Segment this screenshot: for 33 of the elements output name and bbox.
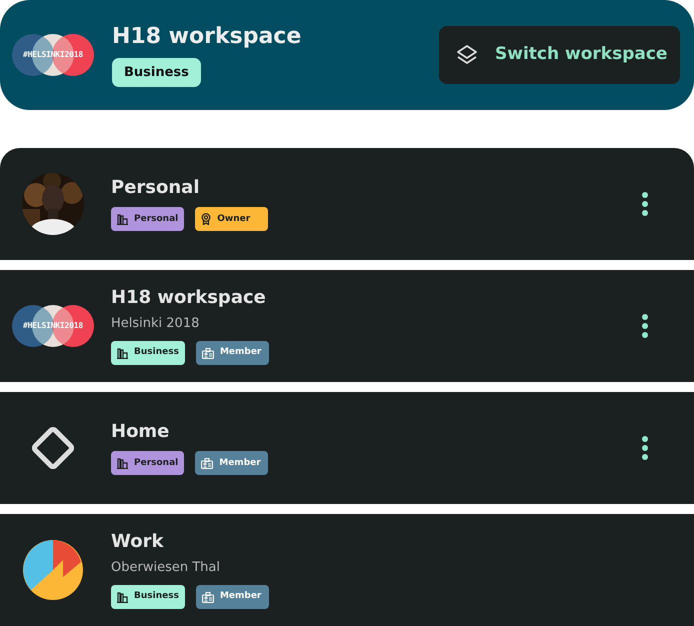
workspace-row[interactable]: Personal Personal Owner	[0, 148, 694, 260]
plan-badge: Business	[112, 58, 201, 88]
building-icon	[117, 348, 128, 358]
tag-label: Member	[220, 346, 262, 360]
building-icon	[117, 214, 128, 225]
tag-label: Business	[134, 590, 179, 604]
id-badge-icon	[201, 458, 214, 469]
layers-icon	[455, 43, 479, 67]
workspace-name: Personal	[111, 176, 200, 200]
more-menu-icon[interactable]	[640, 312, 650, 340]
tag-label: Owner	[217, 212, 250, 226]
pie-logo	[22, 539, 84, 601]
workspace-name: Work	[111, 531, 165, 554]
building-icon	[117, 458, 128, 469]
tag-label: Member	[220, 590, 262, 604]
more-menu-icon[interactable]	[640, 434, 650, 462]
switch-workspace-button[interactable]: Switch workspace	[439, 26, 680, 84]
workspace-title: H18 workspace	[112, 22, 302, 50]
award-icon	[201, 213, 212, 226]
workspace-name: Home	[111, 420, 170, 444]
workspace-row[interactable]: Home Personal Member	[0, 392, 694, 504]
id-badge-icon	[202, 592, 214, 602]
tag-label: Personal	[134, 212, 178, 226]
tag-label: Personal	[134, 456, 178, 470]
workspace-row[interactable]: Work Oberwiesen Thal Business Member	[0, 514, 694, 626]
id-badge-icon	[202, 348, 214, 358]
workspace-location: Oberwiesen Thal	[111, 558, 221, 576]
tag-label: Member	[219, 456, 261, 470]
tag-label: Business	[134, 346, 179, 360]
building-icon	[117, 592, 128, 602]
workspace-location: Helsinki 2018	[111, 314, 200, 332]
workspace-name: H18 workspace	[111, 287, 267, 310]
more-menu-icon[interactable]	[640, 190, 650, 218]
